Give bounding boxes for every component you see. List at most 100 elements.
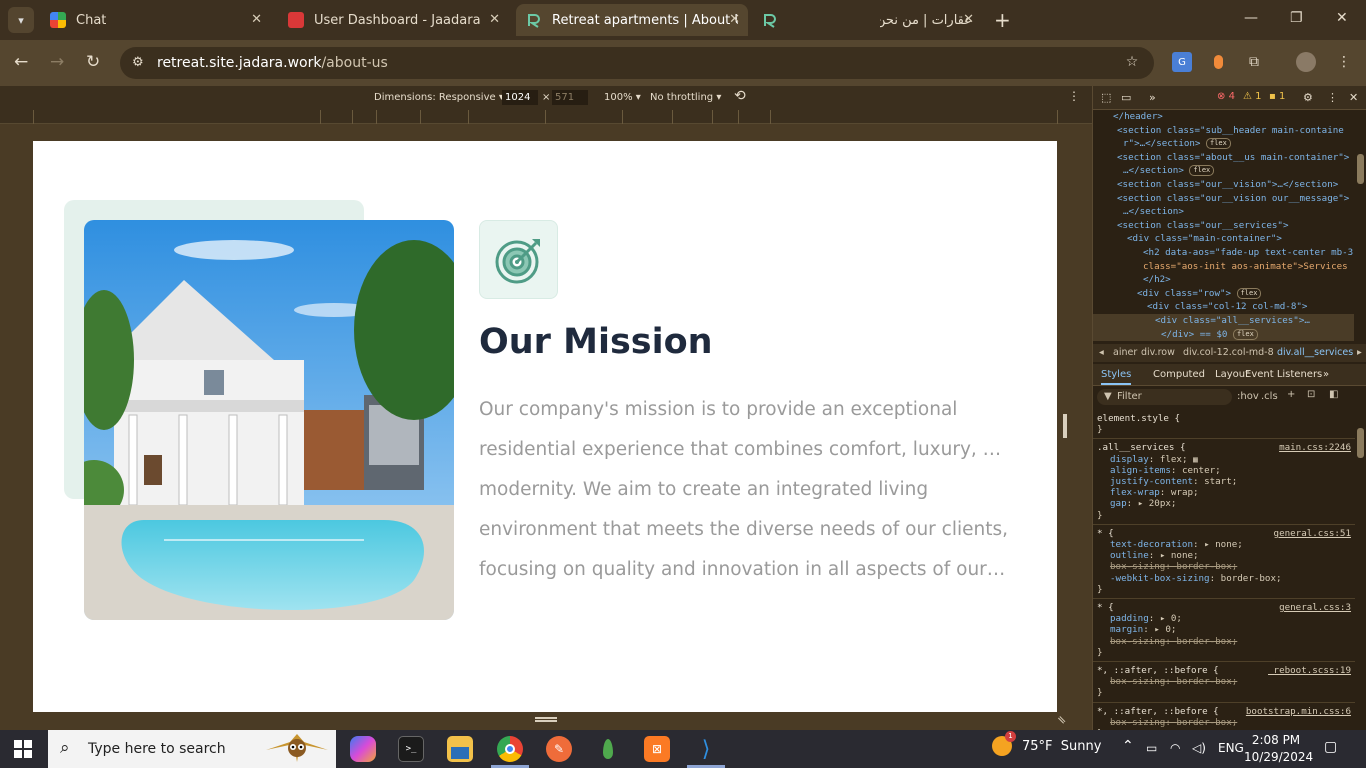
reload-icon[interactable]: ↻ [86,52,100,72]
css-source-link[interactable]: bootstrap.min.css:6 [1246,706,1351,717]
flex-editor-icon[interactable]: ▦ [1193,455,1198,464]
css-source-link[interactable]: general.css:51 [1274,528,1351,539]
dom-node[interactable]: class="aos-init aos-animate">Services [1093,260,1355,274]
dom-node[interactable]: r">…</section> flex [1093,137,1355,151]
dom-node[interactable]: <section class="our__services"> [1093,219,1355,233]
postman-icon[interactable]: ✎ [546,736,572,762]
inspect-element-icon[interactable]: ⬚ [1101,91,1111,104]
css-property[interactable]: -webkit-box-sizing: border-box; [1097,573,1351,584]
css-property[interactable]: justify-content: start; [1097,476,1351,487]
close-icon[interactable]: ✕ [251,12,262,27]
css-property[interactable]: outline: ▸ none; [1097,550,1351,561]
wifi-icon[interactable]: ◠ [1170,741,1180,755]
tab-chat[interactable]: Chat ✕ [40,4,270,36]
flex-badge[interactable]: flex [1232,328,1258,340]
terminal-icon[interactable]: >_ [398,736,424,762]
viewport-width-resize-handle[interactable] [1063,414,1067,438]
copilot-icon[interactable] [350,736,376,762]
warning-count[interactable]: ⚠ 1 [1243,91,1262,102]
close-icon[interactable]: ✕ [729,12,740,27]
minimize-button[interactable]: — [1244,10,1258,26]
width-input[interactable]: 1024 [502,90,538,105]
volume-icon[interactable]: ◁) [1192,741,1206,755]
tab-styles[interactable]: Styles [1101,369,1132,385]
zoom-dropdown[interactable]: 100% ▾ [604,92,641,103]
css-rule[interactable]: .all__services { main.css:2246 display: … [1093,439,1355,525]
info-count[interactable]: ▪ 1 [1269,91,1285,102]
dom-node[interactable]: <div class="main-container"> [1093,232,1355,246]
styles-filter-input[interactable]: ▼ Filter [1097,389,1232,405]
taskbar-search-box[interactable]: ⌕ Type here to search [48,730,336,768]
dom-node-selected[interactable]: <div class="all__services">… [1093,313,1355,328]
forward-arrow-icon[interactable]: → [50,52,64,72]
styles-scrollbar[interactable] [1354,410,1366,730]
error-count[interactable]: ⊗ 4 [1217,91,1235,102]
site-info-icon[interactable]: ⚙ [132,55,144,70]
css-rule[interactable]: * { general.css:51 text-decoration: ▸ no… [1093,525,1355,600]
menu-icon[interactable]: ⋮ [1334,52,1354,72]
windows-start-icon[interactable] [14,740,32,758]
breadcrumb-right-arrow[interactable]: ▸ [1357,347,1362,358]
mongodb-icon[interactable] [595,736,621,762]
more-tabs-icon[interactable]: » [1323,369,1329,380]
breadcrumb-left-arrow[interactable]: ◂ [1099,347,1104,358]
css-property[interactable]: gap: ▸ 20px; [1097,498,1351,509]
devtools-close-icon[interactable]: ✕ [1349,91,1358,104]
dimensions-dropdown[interactable]: Dimensions: Responsive ▾ [374,92,504,103]
breadcrumb-item-selected[interactable]: div.all__services [1277,347,1353,358]
css-rule[interactable]: *, ::after, ::before { bootstrap.min.css… [1093,703,1355,730]
close-icon[interactable]: ✕ [489,12,500,27]
elements-dom-tree[interactable]: </header> <section class="sub__header ma… [1093,110,1355,342]
css-property-overridden[interactable]: box-sizing: border-box; [1097,676,1351,687]
file-explorer-icon[interactable] [447,736,473,762]
back-arrow-icon[interactable]: ← [14,52,28,72]
tab-user-dashboard[interactable]: User Dashboard - Jaadara ✕ [278,4,508,36]
dom-node[interactable]: </header> [1093,110,1355,124]
restore-button[interactable]: ❐ [1290,10,1303,26]
device-more-icon[interactable]: ⋮ [1068,89,1080,103]
css-property[interactable]: flex-wrap: wrap; [1097,487,1351,498]
url-text[interactable]: retreat.site.jadara.work/about-us [157,55,388,71]
breadcrumb-item[interactable]: div.row [1141,347,1175,358]
styles-pane[interactable]: element.style { } .all__services { main.… [1093,410,1355,730]
dom-node[interactable]: <section class="sub__header main-contain… [1093,124,1355,138]
flex-badge[interactable]: flex [1206,138,1231,150]
new-tab-button[interactable]: + [994,8,1011,32]
dom-node[interactable]: <h2 data-aos="fade-up text-center mb-3" [1093,246,1355,260]
css-property[interactable]: display: flex; ▦ [1097,454,1351,465]
tab-retreat-about-us[interactable]: Retreat apartments | About Us ✕ [516,4,748,36]
dom-node[interactable]: <section class="about__us main-container… [1093,151,1355,165]
new-rule-icon[interactable]: + [1287,389,1295,400]
media-query-ruler[interactable] [0,110,1092,124]
viewport-height-resize-handle[interactable] [535,717,557,722]
dom-node[interactable]: <div class="col-12 col-md-8"> [1093,300,1355,314]
dom-node[interactable]: <section class="our__vision">…</section> [1093,178,1355,192]
dom-node[interactable]: </h2> [1093,273,1355,287]
chrome-icon[interactable] [497,736,523,762]
css-source-link[interactable]: _reboot.scss:19 [1268,665,1351,676]
tab-computed[interactable]: Computed [1153,369,1205,380]
breadcrumb-item[interactable]: div.col-12.col-md-8 [1183,347,1274,358]
tab-event-listeners[interactable]: Event Listeners [1245,369,1322,380]
extensions-puzzle-icon[interactable]: ⧉ [1244,52,1264,72]
dom-node-selected[interactable]: </div> == $0 flex [1093,327,1355,342]
flex-badge[interactable]: flex [1236,287,1262,299]
more-panels-icon[interactable]: » [1149,91,1156,104]
translate-icon[interactable]: G [1172,52,1192,72]
css-source-link[interactable]: general.css:3 [1279,602,1351,613]
dom-node[interactable]: …</section> [1093,205,1355,219]
devtools-settings-icon[interactable]: ⚙ [1303,91,1313,104]
weather-widget[interactable]: 1 75°F Sunny [992,731,1101,756]
rotate-icon[interactable]: ⟲ [734,88,746,104]
tab-layout[interactable]: Layout [1215,369,1249,380]
css-property-overridden[interactable]: box-sizing: border-box; [1097,717,1351,728]
tab-arabic-about[interactable]: عقارات | من نحن ✕ [752,4,982,36]
css-rule[interactable]: *, ::after, ::before { _reboot.scss:19 b… [1093,662,1355,703]
css-rule[interactable]: element.style { } [1093,410,1355,440]
css-property[interactable]: align-items: center; [1097,465,1351,476]
tab-search-button[interactable]: ▾ [8,7,34,33]
close-icon[interactable]: ✕ [963,12,974,27]
avatar[interactable] [1296,52,1316,72]
css-property[interactable]: padding: ▸ 0; [1097,613,1351,624]
hov-toggle[interactable]: :hov [1237,391,1259,402]
